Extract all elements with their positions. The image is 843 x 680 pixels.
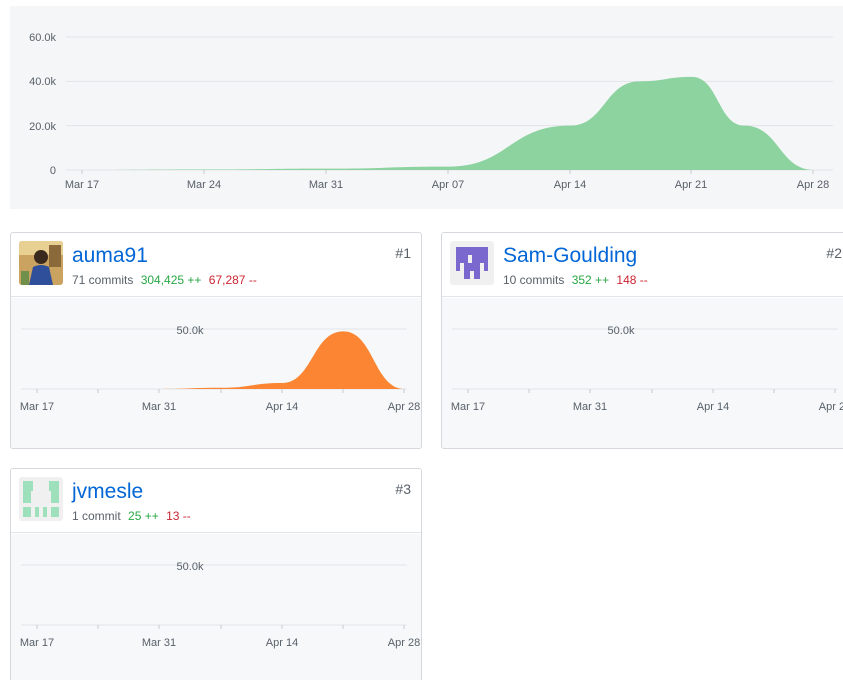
contributor-rank: #3 [395, 481, 411, 497]
contributions-area [82, 76, 814, 170]
deletions-count: 148 -- [616, 273, 648, 287]
x-tick-label: Mar 17 [20, 401, 54, 413]
y-axis: 0 20.0k 40.0k 60.0k [29, 32, 56, 177]
contributor-chart-svg: 50.0k Mar 17 Mar 31 Apr 14 Apr 28 [20, 561, 420, 649]
y-tick-label: 50.0k [177, 561, 204, 573]
deletions-count: 67,287 -- [208, 273, 257, 287]
deletions-count: 13 -- [166, 509, 191, 523]
y-tick-label: 20.0k [29, 121, 56, 133]
photo-avatar-icon [19, 241, 63, 285]
contributor-stats: 10 commits 352 ++ 148 -- [503, 273, 648, 287]
x-tick-label: Apr 07 [432, 179, 464, 191]
contributor-card: Sam-Goulding 10 commits 352 ++ 148 -- #2… [441, 232, 843, 449]
x-tick-label: Apr 14 [697, 401, 729, 413]
contributor-card-header: jvmesle 1 commit 25 ++ 13 -- #3 [11, 469, 421, 533]
x-tick-label: Mar 31 [142, 401, 176, 413]
y-tick-label: 60.0k [29, 32, 56, 44]
contributor-stats: 71 commits 304,425 ++ 67,287 -- [72, 273, 257, 287]
contributions-chart-svg: 0 20.0k 40.0k 60.0k Mar 17 Mar 24 Mar 31… [29, 32, 833, 191]
contributor-card: auma91 71 commits 304,425 ++ 67,287 -- #… [10, 232, 422, 449]
contributor-area [37, 331, 405, 389]
x-tick-label: Mar 17 [20, 637, 54, 649]
contributor-username-link[interactable]: jvmesle [72, 480, 143, 504]
contributor-rank: #1 [395, 245, 411, 261]
x-tick-label: Mar 24 [187, 179, 221, 191]
contributor-chart-svg: 50.0k Mar 17 Mar 31 Apr 14 Apr 28 [451, 325, 843, 413]
commit-count-link[interactable]: 10 commits [503, 273, 564, 287]
x-tick-label: Mar 17 [65, 179, 99, 191]
chart-grid [21, 564, 407, 629]
identicon-green-icon [19, 477, 63, 521]
x-tick-label: Mar 31 [573, 401, 607, 413]
commit-count-link[interactable]: 71 commits [72, 273, 133, 287]
x-tick-label: Apr 28 [819, 401, 843, 413]
avatar[interactable] [19, 241, 63, 285]
commit-count-link[interactable]: 1 commit [72, 509, 121, 523]
contributions-overview-chart: 0 20.0k 40.0k 60.0k Mar 17 Mar 24 Mar 31… [10, 6, 843, 209]
x-tick-label: Apr 14 [266, 401, 298, 413]
contributor-stats: 1 commit 25 ++ 13 -- [72, 509, 191, 523]
x-tick-label: Apr 28 [388, 637, 420, 649]
contributor-username-link[interactable]: auma91 [72, 244, 148, 268]
additions-count: 25 ++ [128, 509, 159, 523]
x-tick-label: Mar 17 [451, 401, 485, 413]
contributor-card-header: Sam-Goulding 10 commits 352 ++ 148 -- #2 [442, 233, 843, 297]
x-axis: Mar 17 Mar 24 Mar 31 Apr 07 Apr 14 Apr 2… [65, 179, 829, 191]
contributor-rank: #2 [826, 245, 842, 261]
y-tick-label: 50.0k [177, 325, 204, 337]
contributor-card-header: auma91 71 commits 304,425 ++ 67,287 -- #… [11, 233, 421, 297]
avatar[interactable] [19, 477, 63, 521]
x-tick-label: Apr 14 [554, 179, 586, 191]
contributor-chart-area: 50.0k Mar 17 Mar 31 Apr 14 Apr 28 [11, 298, 421, 448]
contributor-chart-area: 50.0k Mar 17 Mar 31 Apr 14 Apr 28 [442, 298, 843, 448]
x-tick-label: Mar 31 [142, 637, 176, 649]
x-tick-label: Apr 14 [266, 637, 298, 649]
identicon-purple-icon [450, 241, 494, 285]
y-tick-label: 50.0k [608, 325, 635, 337]
x-tick-label: Apr 21 [675, 179, 707, 191]
contributor-username-link[interactable]: Sam-Goulding [503, 244, 637, 268]
contributor-chart-svg: 50.0k Mar 17 Mar 31 Apr 14 Apr 28 [20, 325, 420, 413]
y-tick-label: 0 [50, 165, 56, 177]
y-tick-label: 40.0k [29, 76, 56, 88]
additions-count: 304,425 ++ [140, 273, 202, 287]
contributor-card: jvmesle 1 commit 25 ++ 13 -- #3 50.0k Ma… [10, 468, 422, 680]
x-tick-label: Apr 28 [797, 179, 829, 191]
x-tick-label: Apr 28 [388, 401, 420, 413]
x-tick-label: Mar 31 [309, 179, 343, 191]
chart-grid [452, 328, 838, 393]
additions-count: 352 ++ [571, 273, 610, 287]
contributor-chart-area: 50.0k Mar 17 Mar 31 Apr 14 Apr 28 [11, 534, 421, 680]
avatar[interactable] [450, 241, 494, 285]
